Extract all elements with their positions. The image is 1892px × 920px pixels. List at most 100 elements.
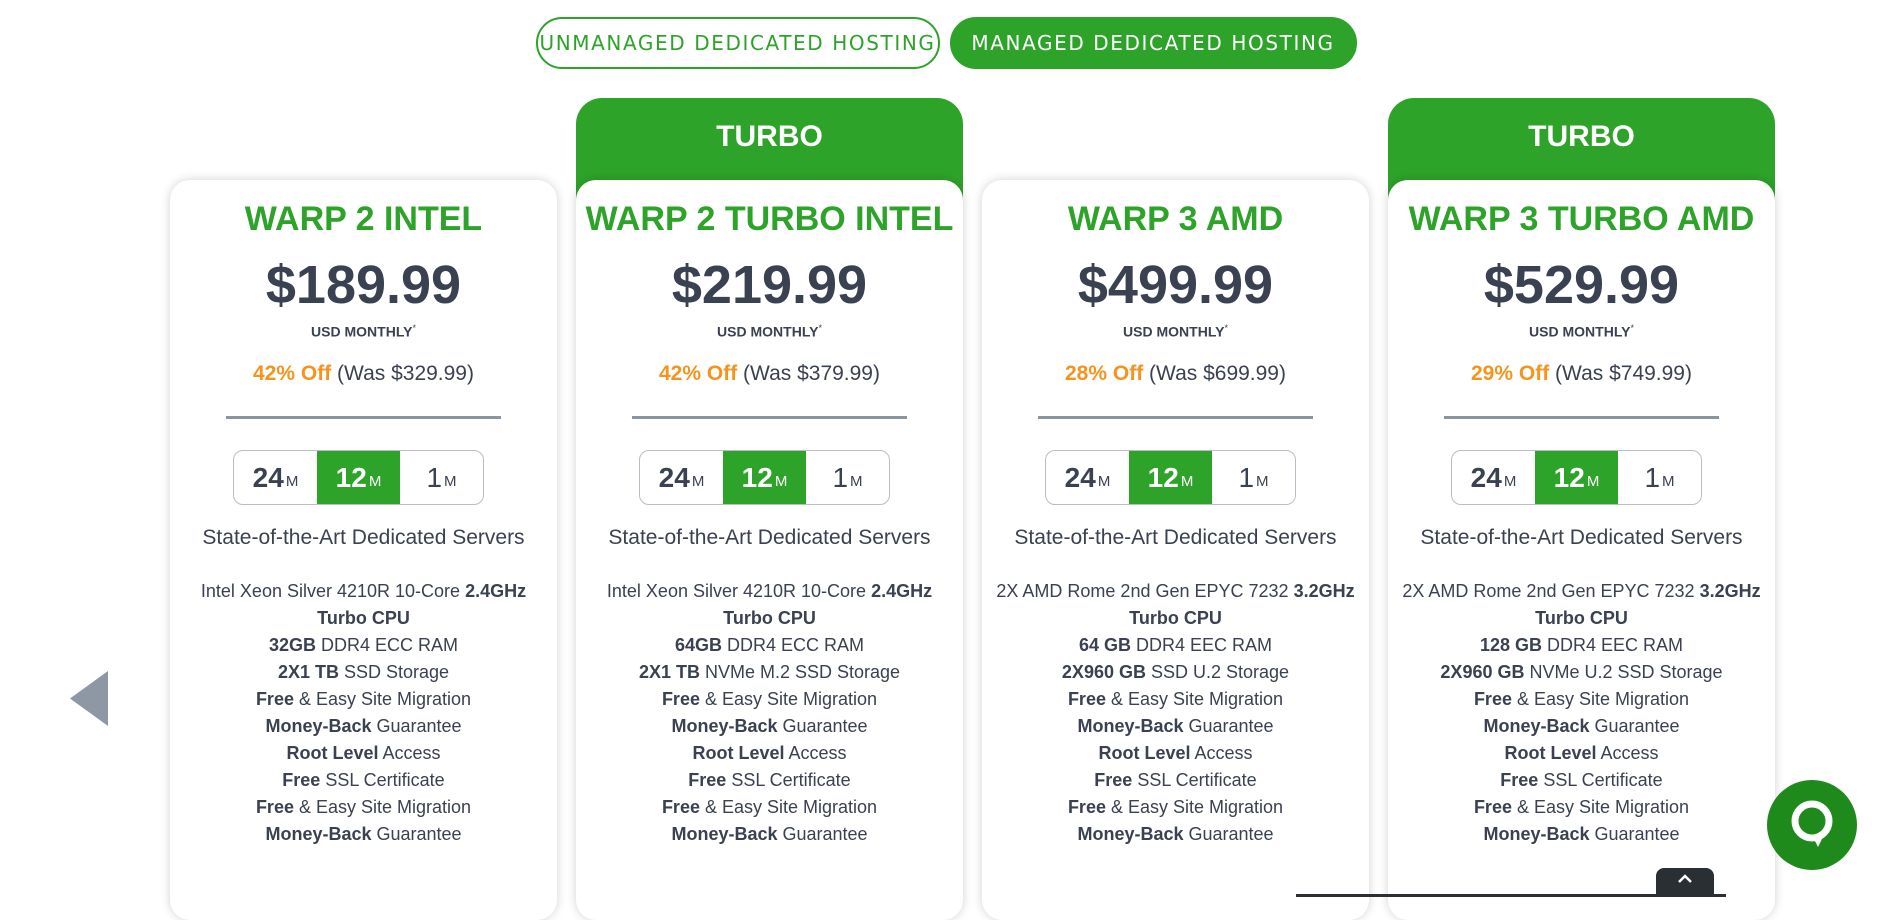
feature-item: 2X1 TB SSD Storage — [170, 659, 557, 686]
term-number: 24 — [1470, 461, 1502, 493]
feature-highlight: Money-Back — [1077, 716, 1184, 736]
plan-tagline: State-of-the-Art Dedicated Servers — [202, 526, 525, 549]
term-unit: M — [444, 473, 457, 490]
period-text: USD MONTHLY — [717, 323, 819, 340]
divider — [1444, 416, 1719, 419]
feature-text: Guarantee — [777, 824, 868, 844]
term-selector: 24 M 12 M 1 M — [233, 450, 484, 505]
feature-text: DDR4 ECC RAM — [316, 635, 459, 655]
feature-text: SSL Certificate — [1132, 770, 1257, 790]
tab-managed-dedicated-hosting[interactable]: MANAGED DEDICATED HOSTING — [949, 17, 1357, 69]
feature-highlight: Free — [661, 797, 700, 817]
feature-item: Intel Xeon Silver 4210R 10-Core 2.4GHz — [170, 578, 557, 605]
feature-item: Free SSL Certificate — [170, 767, 557, 794]
term-option-1m[interactable]: 1M — [1618, 451, 1701, 504]
feature-item: 128 GB DDR4 EEC RAM — [1388, 632, 1775, 659]
feature-text: & Easy Site Migration — [293, 797, 472, 817]
discount-info: 42% Off (Was $329.99) — [170, 362, 557, 386]
feature-highlight: Turbo CPU — [1129, 608, 1222, 628]
term-option-12m[interactable]: 12 M — [1129, 451, 1212, 504]
term-number: 12 — [741, 461, 773, 493]
term-unit: M — [368, 473, 382, 490]
divider — [1038, 416, 1313, 419]
feature-highlight: Root Level — [1098, 743, 1191, 763]
feature-highlight: Free — [1473, 689, 1512, 709]
feature-item: Root Level Access — [1388, 740, 1775, 767]
feature-item: Intel Xeon Silver 4210R 10-Core 2.4GHz — [576, 578, 963, 605]
term-option-24m[interactable]: 24 M — [1046, 451, 1129, 504]
feature-item: Money-Back Guarantee — [982, 713, 1369, 740]
feature-item: 64 GB DDR4 EEC RAM — [982, 632, 1369, 659]
term-option-12m[interactable]: 12 M — [1535, 451, 1618, 504]
feature-text: & Easy Site Migration — [1511, 797, 1690, 817]
feature-item: 64GB DDR4 ECC RAM — [576, 632, 963, 659]
divider — [226, 416, 501, 419]
tab-unmanaged-dedicated-hosting[interactable]: UNMANAGED DEDICATED HOSTING — [535, 17, 940, 69]
feature-text: 2X AMD Rome 2nd Gen EPYC 7232 — [996, 581, 1294, 601]
feature-item: Money-Back Guarantee — [1388, 713, 1775, 740]
feature-item: Root Level Access — [982, 740, 1369, 767]
feature-highlight: 3.2GHz — [1699, 581, 1761, 601]
feature-item: Free SSL Certificate — [576, 767, 963, 794]
feature-text: Access — [1190, 743, 1253, 763]
feature-highlight: Root Level — [692, 743, 785, 763]
plan-card: WARP 3 TURBO AMD $529.99 USD MONTHLY* 29% O… — [1388, 180, 1775, 920]
feature-item: Free & Easy Site Migration — [576, 686, 963, 713]
feature-text: SSD U.2 Storage — [1145, 662, 1290, 682]
feature-text: Guarantee — [371, 824, 462, 844]
feature-item: Money-Back Guarantee — [170, 713, 557, 740]
period-text: USD MONTHLY — [1123, 323, 1225, 340]
term-option-1m[interactable]: 1M — [806, 451, 889, 504]
was-price: (Was $329.99) — [337, 362, 474, 385]
chevron-up-icon — [1678, 874, 1692, 883]
feature-item: Free & Easy Site Migration — [170, 794, 557, 821]
plan-price: $529.99 — [1483, 255, 1680, 315]
term-option-1m[interactable]: 1M — [1212, 451, 1295, 504]
triangle-left-icon[interactable] — [70, 671, 110, 726]
feature-item: Free & Easy Site Migration — [982, 794, 1369, 821]
billing-period: USD MONTHLY* — [576, 323, 963, 340]
feature-item: Money-Back Guarantee — [576, 821, 963, 848]
feature-text: 2X AMD Rome 2nd Gen EPYC 7232 — [1402, 581, 1700, 601]
term-option-24m[interactable]: 24 M — [234, 451, 317, 504]
feature-highlight: Money-Back — [1483, 716, 1590, 736]
feature-highlight: Free — [1500, 770, 1539, 790]
discount-percent: 29% Off — [1471, 362, 1550, 385]
feature-highlight: Free — [1067, 689, 1106, 709]
plan-name: WARP 2 INTEL — [244, 200, 483, 238]
term-unit: M — [1256, 473, 1269, 490]
feature-highlight: 2X960 GB — [1061, 662, 1146, 682]
plan-tagline: State-of-the-Art Dedicated Servers — [1014, 526, 1337, 549]
plan-price: $219.99 — [671, 255, 868, 315]
feature-text: Guarantee — [777, 716, 868, 736]
feature-item: 32GB DDR4 ECC RAM — [170, 632, 557, 659]
feature-highlight: 2X960 GB — [1440, 662, 1525, 682]
feature-text: & Easy Site Migration — [1105, 797, 1284, 817]
feature-text: & Easy Site Migration — [1105, 689, 1284, 709]
feature-highlight: Free — [282, 770, 321, 790]
feature-highlight: 2.4GHz — [465, 581, 527, 601]
term-unit: M — [1503, 473, 1517, 490]
feature-highlight: Turbo CPU — [723, 608, 816, 628]
feature-highlight: 32GB — [268, 635, 316, 655]
feature-highlight: Free — [1094, 770, 1133, 790]
term-unit: M — [850, 473, 863, 490]
feature-highlight: 3.2GHz — [1293, 581, 1355, 601]
was-price: (Was $699.99) — [1149, 362, 1286, 385]
feature-highlight: Money-Back — [671, 824, 778, 844]
term-option-24m[interactable]: 24 M — [640, 451, 723, 504]
chat-button[interactable] — [1767, 780, 1857, 870]
term-option-12m[interactable]: 12 M — [723, 451, 806, 504]
term-number: 24 — [1064, 461, 1096, 493]
plan-name: WARP 2 TURBO INTEL — [585, 200, 954, 238]
scroll-to-top-button[interactable] — [1656, 868, 1714, 897]
feature-list: Intel Xeon Silver 4210R 10-Core 2.4GHz Tu… — [576, 578, 963, 848]
feature-list: 2X AMD Rome 2nd Gen EPYC 7232 3.2GHz Turb… — [982, 578, 1369, 848]
term-number: 12 — [1147, 461, 1179, 493]
feature-text: Intel Xeon Silver 4210R 10-Core — [200, 581, 466, 601]
term-option-12m[interactable]: 12 M — [317, 451, 400, 504]
feature-list: Intel Xeon Silver 4210R 10-Core 2.4GHz Tu… — [170, 578, 557, 848]
term-number: 24 — [252, 461, 284, 493]
term-option-1m[interactable]: 1M — [400, 451, 483, 504]
term-option-24m[interactable]: 24 M — [1452, 451, 1535, 504]
